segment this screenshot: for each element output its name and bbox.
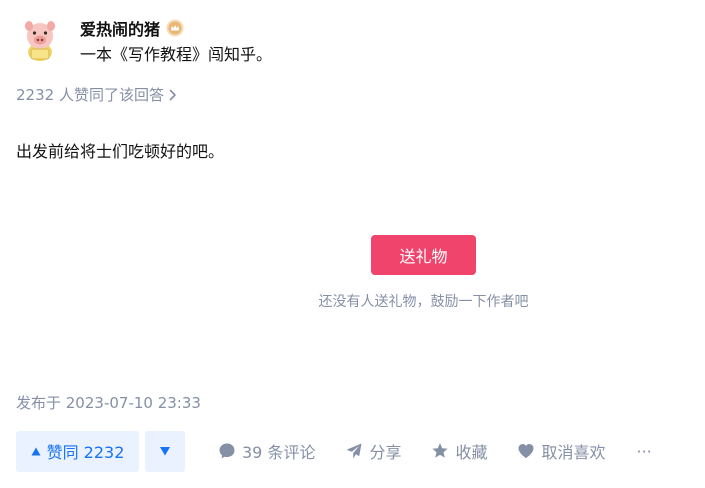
collect-button[interactable]: 收藏 <box>431 431 487 472</box>
gift-hint: 还没有人送礼物，鼓励一下作者吧 <box>318 294 529 310</box>
publish-time[interactable]: 发布于 2023-07-10 23:33 <box>16 392 201 413</box>
share-label: 分享 <box>369 443 402 462</box>
vote-up-label: 赞同 2232 <box>46 443 125 462</box>
author-info: 爱热闹的猪 一本《写作教程》闯知乎。 <box>80 15 272 67</box>
like-label: 取消喜欢 <box>541 443 606 462</box>
unlike-button[interactable]: 取消喜欢 <box>517 431 606 472</box>
heart-icon <box>518 444 534 458</box>
crown-badge-icon[interactable] <box>166 19 184 37</box>
answer-card: 爱热闹的猪 一本《写作教程》闯知乎。 2232 人赞同了该回答 出发前给将士们吃… <box>0 0 705 488</box>
comment-label: 39 条评论 <box>242 443 316 462</box>
author-block: 爱热闹的猪 一本《写作教程》闯知乎。 <box>16 14 272 67</box>
vote-up-button[interactable]: 赞同 2232 <box>16 430 139 472</box>
triangle-up-icon <box>31 447 41 455</box>
triangle-down-icon <box>160 447 170 456</box>
collect-label: 收藏 <box>455 443 488 462</box>
share-button[interactable]: 分享 <box>345 431 401 472</box>
author-avatar[interactable] <box>16 14 64 62</box>
send-gift-button[interactable]: 送礼物 <box>371 235 476 275</box>
author-name[interactable]: 爱热闹的猪 <box>80 16 160 40</box>
voters-text: 2232 人赞同了该回答 <box>16 86 164 104</box>
pig-avatar-icon <box>16 14 64 62</box>
comment-button[interactable]: 39 条评论 <box>218 431 315 472</box>
more-button[interactable]: ··· <box>637 431 652 472</box>
more-icon: ··· <box>636 441 652 461</box>
chevron-right-icon <box>169 89 176 100</box>
star-icon <box>432 443 449 458</box>
action-bar: 赞同 2232 39 条评论 分享 收藏 取消喜欢 ··· <box>16 430 652 472</box>
author-name-row: 爱热闹的猪 <box>80 15 272 41</box>
comment-icon <box>219 443 235 459</box>
answer-content: 出发前给将士们吃顿好的吧。 <box>16 142 225 161</box>
share-icon <box>346 443 362 459</box>
voters-link[interactable]: 2232 人赞同了该回答 <box>16 84 177 105</box>
author-headline: 一本《写作教程》闯知乎。 <box>80 45 273 64</box>
vote-down-button[interactable] <box>145 430 185 472</box>
